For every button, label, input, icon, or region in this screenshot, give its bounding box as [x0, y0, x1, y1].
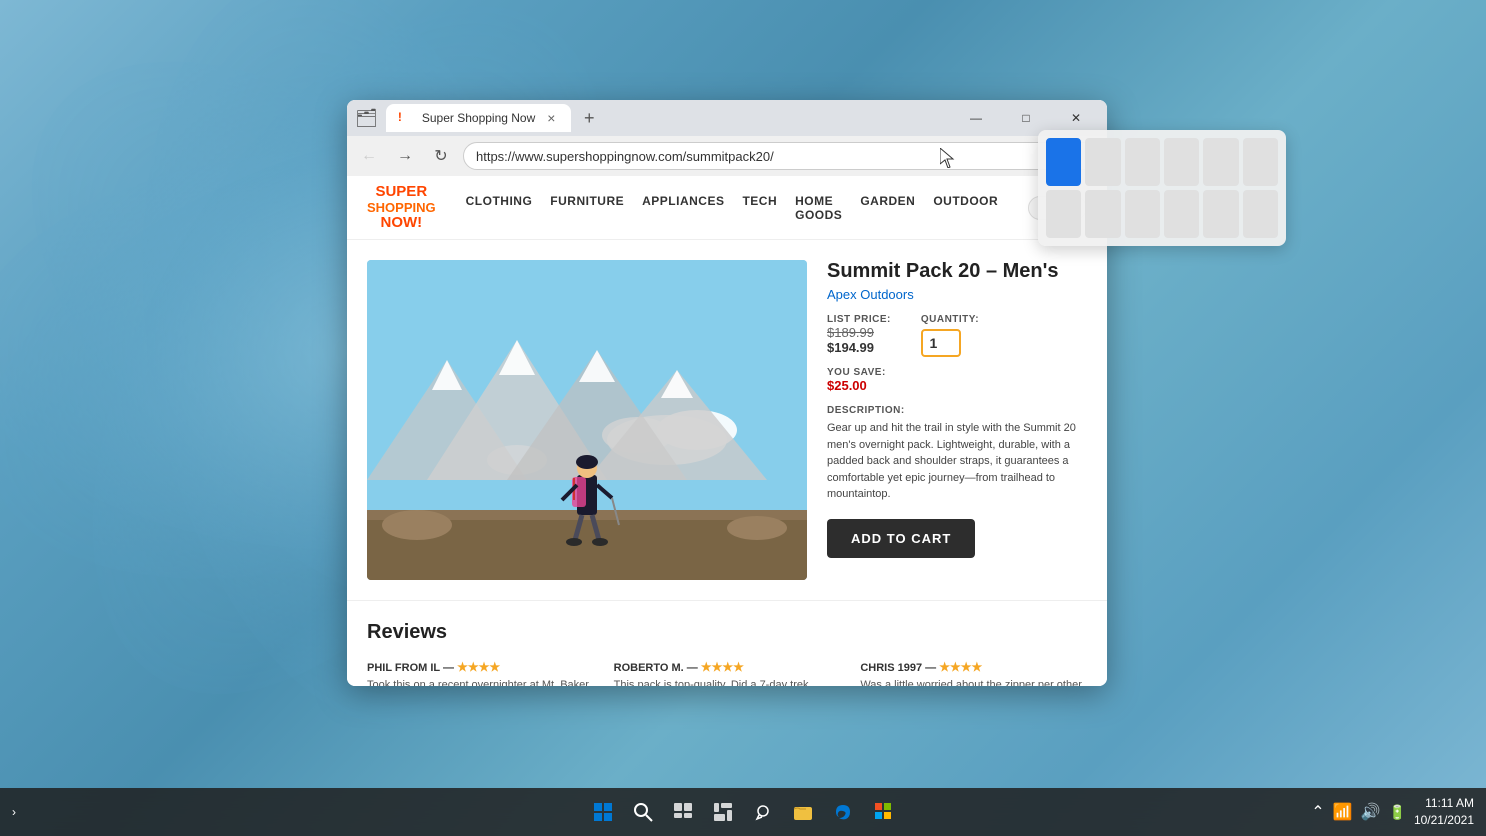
taskbar-center	[585, 794, 901, 830]
review-item-3: CHRIS 1997 — ★★★★ Was a little worried a…	[860, 660, 1087, 686]
taskbar-left: ›	[12, 805, 16, 819]
savings-amount: $25.00	[827, 378, 1087, 393]
start-button[interactable]	[585, 794, 621, 830]
reviews-title: Reviews	[367, 621, 1087, 644]
tab-thumb-6[interactable]	[1243, 138, 1278, 186]
reviews-section: Reviews PHIL FROM IL — ★★★★ Took this on…	[347, 600, 1107, 686]
browser-toolbar: ← → ↻ https://www.supershoppingnow.com/s…	[347, 136, 1107, 176]
refresh-button[interactable]: ↻	[427, 142, 455, 170]
browser-tabs: 🗂 ! Super Shopping Now × +	[355, 104, 953, 132]
tab-title: Super Shopping Now	[422, 111, 535, 125]
tab-thumb-4[interactable]	[1164, 138, 1199, 186]
maximize-button[interactable]: □	[1003, 102, 1049, 134]
url-text: https://www.supershoppingnow.com/summitp…	[476, 149, 774, 164]
edge-browser-button[interactable]	[825, 794, 861, 830]
tab-thumb-12[interactable]	[1243, 190, 1278, 238]
quantity-label: QUANTITY:	[921, 314, 979, 325]
tab-favicon: !	[398, 110, 414, 126]
product-section: Summit Pack 20 – Men's Apex Outdoors LIS…	[347, 240, 1107, 600]
volume-icon: 🔊	[1361, 802, 1381, 822]
task-view-button[interactable]	[665, 794, 701, 830]
clock-time: 11:11 AM	[1414, 795, 1474, 812]
nav-outdoor[interactable]: OUTDOOR	[933, 194, 998, 222]
add-to-cart-button[interactable]: ADD TO CART	[827, 519, 975, 558]
widgets-button[interactable]	[705, 794, 741, 830]
taskbar-clock[interactable]: 11:11 AM 10/21/2021	[1414, 795, 1474, 829]
price-group: LIST PRICE: $189.99 $194.99	[827, 314, 891, 357]
description-label: DESCRIPTION:	[827, 405, 1087, 416]
savings-section: YOU SAVE: $25.00	[827, 367, 1087, 393]
nav-tech[interactable]: TECH	[742, 194, 777, 222]
price-section: LIST PRICE: $189.99 $194.99 QUANTITY:	[827, 314, 1087, 357]
nav-garden[interactable]: GARDEN	[860, 194, 915, 222]
minimize-button[interactable]: —	[953, 102, 999, 134]
product-image	[367, 260, 807, 580]
taskbar-right: ⌃ 📶 🔊 🔋 11:11 AM 10/21/2021	[1311, 795, 1474, 829]
system-tray-chevron[interactable]: ›	[12, 805, 16, 819]
reviewer-name-1: PHIL FROM IL — ★★★★	[367, 660, 594, 674]
product-info: Summit Pack 20 – Men's Apex Outdoors LIS…	[827, 260, 1087, 580]
quantity-group: QUANTITY:	[921, 314, 979, 357]
tab-thumb-5[interactable]	[1203, 138, 1238, 186]
list-price-label: LIST PRICE:	[827, 314, 891, 325]
review-text-1: Took this on a recent overnighter at Mt.…	[367, 678, 594, 686]
file-explorer-button[interactable]	[785, 794, 821, 830]
website-content: SUPER SHOPPING NOW! CLOTHING FURNITURE A…	[347, 176, 1107, 686]
extensions-icon[interactable]: 🗂	[355, 108, 378, 129]
site-navigation: CLOTHING FURNITURE APPLIANCES TECH HOME …	[466, 194, 999, 222]
system-tray[interactable]: ⌃	[1311, 802, 1324, 822]
chat-button[interactable]	[745, 794, 781, 830]
store-button[interactable]	[865, 794, 901, 830]
desktop: 🗂 ! Super Shopping Now × + — □ ✕ ← →	[0, 0, 1486, 836]
tab-thumb-10[interactable]	[1164, 190, 1199, 238]
tab-thumb-9[interactable]	[1125, 190, 1160, 238]
site-header: SUPER SHOPPING NOW! CLOTHING FURNITURE A…	[347, 176, 1107, 240]
nav-clothing[interactable]: CLOTHING	[466, 194, 533, 222]
forward-button[interactable]: →	[391, 142, 419, 170]
review-item-2: ROBERTO M. — ★★★★ This pack is top-quali…	[614, 660, 841, 686]
nav-home-goods[interactable]: HOME GOODS	[795, 194, 842, 222]
browser-tab[interactable]: ! Super Shopping Now ×	[386, 104, 571, 132]
tab-thumb-11[interactable]	[1203, 190, 1238, 238]
you-save-label: YOU SAVE:	[827, 367, 1087, 378]
tab-thumb-3[interactable]	[1125, 138, 1160, 186]
original-price: $189.99	[827, 325, 891, 340]
wifi-icon: 📶	[1333, 802, 1353, 822]
review-text-2: This pack is top-quality. Did a 7-day tr…	[614, 678, 841, 686]
reviewer-name-3: CHRIS 1997 — ★★★★	[860, 660, 1087, 674]
reviews-grid: PHIL FROM IL — ★★★★ Took this on a recen…	[367, 660, 1087, 686]
description-text: Gear up and hit the trail in style with …	[827, 420, 1087, 503]
search-taskbar-button[interactable]	[625, 794, 661, 830]
product-image-svg	[367, 260, 807, 580]
tab-switcher-overlay[interactable]	[1038, 130, 1286, 246]
tab-thumb-1[interactable]	[1046, 138, 1081, 186]
description-section: DESCRIPTION: Gear up and hit the trail i…	[827, 405, 1087, 503]
new-tab-button[interactable]: +	[575, 104, 603, 132]
current-price: $194.99	[827, 340, 891, 355]
product-brand[interactable]: Apex Outdoors	[827, 287, 1087, 302]
review-text-3: Was a little worried about the zipper pe…	[860, 678, 1087, 686]
taskbar: ›	[0, 788, 1486, 836]
tab-thumb-7[interactable]	[1046, 190, 1081, 238]
product-title: Summit Pack 20 – Men's	[827, 260, 1087, 283]
browser-window: 🗂 ! Super Shopping Now × + — □ ✕ ← →	[347, 100, 1107, 686]
nav-furniture[interactable]: FURNITURE	[550, 194, 624, 222]
browser-chrome: 🗂 ! Super Shopping Now × + — □ ✕ ← →	[347, 100, 1107, 176]
tab-close-button[interactable]: ×	[543, 110, 559, 126]
site-logo: SUPER SHOPPING NOW!	[367, 184, 436, 231]
reviewer-name-2: ROBERTO M. — ★★★★	[614, 660, 841, 674]
tab-thumb-2[interactable]	[1085, 138, 1120, 186]
tab-thumb-8[interactable]	[1085, 190, 1120, 238]
back-button[interactable]: ←	[355, 142, 383, 170]
nav-appliances[interactable]: APPLIANCES	[642, 194, 724, 222]
clock-date: 10/21/2021	[1414, 812, 1474, 829]
quantity-input[interactable]	[921, 329, 961, 357]
browser-titlebar: 🗂 ! Super Shopping Now × + — □ ✕	[347, 100, 1107, 136]
battery-icon: 🔋	[1389, 804, 1406, 821]
address-bar[interactable]: https://www.supershoppingnow.com/summitp…	[463, 142, 1099, 170]
review-item: PHIL FROM IL — ★★★★ Took this on a recen…	[367, 660, 594, 686]
